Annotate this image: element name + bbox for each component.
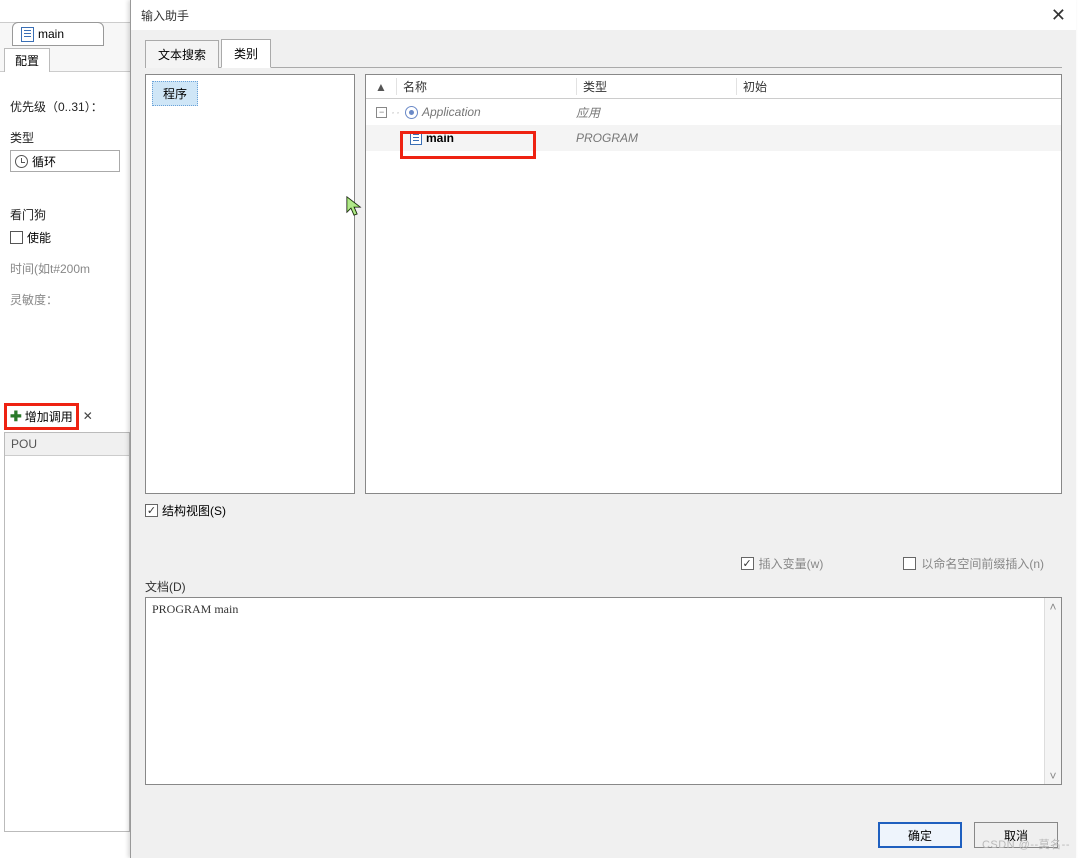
ok-button[interactable]: 确定 (878, 822, 962, 848)
program-icon (410, 131, 422, 145)
result-table: ▲ 名称 类型 初始 − ·· Application 应用 (365, 74, 1062, 494)
type-label: 类型 (10, 129, 120, 146)
sensitivity-label: 灵敏度： (10, 291, 120, 308)
col-type[interactable]: 类型 (576, 78, 736, 95)
collapse-icon[interactable]: − (376, 107, 387, 118)
tree-connector: ·· (391, 105, 401, 119)
table-header: ▲ 名称 类型 初始 (366, 75, 1061, 99)
call-toolbar: ✚ 增加调用 ✕ (4, 404, 130, 428)
config-tab-row: 配置 (0, 48, 130, 72)
table-row-application[interactable]: − ·· Application 应用 (366, 99, 1061, 125)
row-main-type: PROGRAM (576, 131, 736, 145)
priority-label: 优先级（0..31）： (10, 98, 120, 115)
ns-prefix-checkbox[interactable] (903, 557, 916, 570)
pou-grid-header: POU (5, 433, 129, 456)
input-assistant-dialog: 输入助手 ✕ 文本搜索 类别 程序 ▲ 名称 类型 初始 (130, 0, 1076, 858)
add-call-button[interactable]: ✚ 增加调用 (4, 403, 79, 430)
remove-call-icon[interactable]: ✕ (83, 409, 93, 423)
tab-text-search[interactable]: 文本搜索 (145, 40, 219, 68)
config-tab[interactable]: 配置 (4, 48, 50, 72)
plus-icon: ✚ (10, 410, 22, 422)
category-item-program[interactable]: 程序 (152, 81, 198, 106)
close-icon[interactable]: ✕ (1051, 5, 1066, 26)
insert-variable-label: 插入变量(w) (759, 555, 824, 572)
dialog-titlebar: 输入助手 ✕ (131, 0, 1076, 30)
doc-textarea[interactable] (146, 598, 1061, 784)
sort-indicator[interactable]: ▲ (366, 80, 396, 94)
dialog-tabs: 文本搜索 类别 (145, 42, 1062, 68)
pou-grid: POU (4, 432, 130, 832)
insert-variable-checkbox[interactable] (741, 557, 754, 570)
tab-category[interactable]: 类别 (221, 39, 271, 68)
application-icon (405, 106, 418, 119)
watermark-text: CSDN @--莫名-- (982, 836, 1070, 852)
time-label: 时间(如t#200m (10, 260, 120, 277)
watchdog-label: 看门狗 (10, 206, 120, 223)
col-name[interactable]: 名称 (396, 78, 576, 95)
row-app-name: Application (422, 105, 481, 119)
col-initial[interactable]: 初始 (736, 78, 1061, 95)
enable-label: 使能 (27, 229, 51, 246)
row-app-type: 应用 (576, 104, 736, 121)
scroll-down-icon[interactable]: ˅ (1045, 767, 1061, 784)
row-main-name: main (426, 131, 454, 145)
table-row-main[interactable]: main PROGRAM (366, 125, 1061, 151)
document-icon (21, 27, 34, 42)
ns-prefix-label: 以命名空间前缀插入(n) (921, 555, 1044, 572)
doc-label: 文档(D) (145, 578, 1062, 595)
dialog-title: 输入助手 (141, 7, 189, 24)
editor-tab-main[interactable]: main (12, 22, 104, 46)
structure-view-checkbox[interactable] (145, 504, 158, 517)
editor-tab-label: main (38, 27, 64, 41)
doc-scrollbar[interactable]: ˄ ˅ (1044, 598, 1061, 784)
clock-icon (15, 155, 28, 168)
enable-checkbox[interactable] (10, 231, 23, 244)
add-call-label: 增加调用 (25, 408, 73, 425)
doc-area-container: ˄ ˅ (145, 597, 1062, 785)
category-list[interactable]: 程序 (145, 74, 355, 494)
config-panel: 优先级（0..31）： 类型 循环 看门狗 使能 时间(如t#200m 灵敏度： (0, 72, 130, 320)
structure-view-label: 结构视图(S) (162, 502, 226, 519)
scroll-up-icon[interactable]: ˄ (1045, 598, 1061, 615)
type-value: 循环 (32, 153, 56, 170)
type-dropdown[interactable]: 循环 (10, 150, 120, 172)
